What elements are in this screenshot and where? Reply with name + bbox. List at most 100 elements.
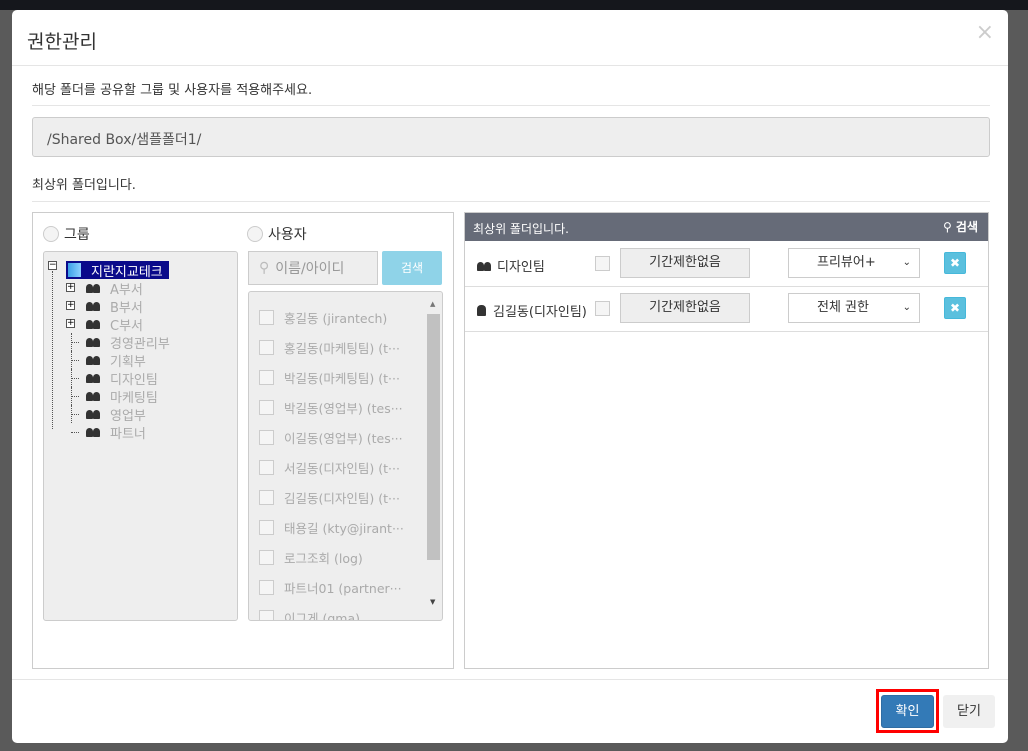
checkbox[interactable] bbox=[595, 256, 610, 271]
user-list-item[interactable]: 홍길동(마케팅팀) (t··· bbox=[259, 338, 400, 356]
applied-header-text: 최상위 폴더입니다. bbox=[473, 222, 569, 236]
checkbox[interactable] bbox=[259, 519, 274, 535]
user-list-item[interactable]: 태용길 (kty@jirant··· bbox=[259, 518, 404, 536]
dialog-title: 권한관리 bbox=[27, 31, 97, 53]
scroll-up-icon: ▲ bbox=[430, 300, 436, 308]
scroll-down-icon: ▼ bbox=[430, 598, 436, 606]
tree-item[interactable]: 경영관리부 bbox=[86, 333, 170, 352]
tree-item[interactable]: 디자인팀 bbox=[86, 369, 158, 388]
scrollbar[interactable]: ▲ ▼ bbox=[427, 300, 440, 610]
expand-icon[interactable]: + bbox=[66, 283, 75, 292]
user-label: 김길동(디자인팀) (t··· bbox=[284, 490, 400, 506]
period-button[interactable]: 기간제한없음 bbox=[620, 248, 750, 278]
divider bbox=[32, 105, 990, 106]
applied-name: 김길동(디자인팀) bbox=[493, 305, 587, 320]
group-icon bbox=[477, 261, 491, 271]
group-icon bbox=[86, 319, 102, 329]
group-icon bbox=[86, 283, 102, 293]
checkbox[interactable] bbox=[259, 609, 274, 620]
permission-dialog: 권한관리 × 해당 폴더를 공유할 그룹 및 사용자를 적용해주세요. /Sha… bbox=[12, 10, 1008, 743]
confirm-button[interactable]: 확인 bbox=[881, 695, 934, 728]
applied-row: 김길동(디자인팀) 기간제한없음 전체 권한 ⌄ ✖ bbox=[465, 287, 988, 332]
chevron-down-icon: ⌄ bbox=[902, 302, 911, 313]
group-tree: − 지란지교테크 + A부서 + B부서 + C부서경영관리부기획부디자인팀마케팅팀 영업부… bbox=[43, 251, 238, 621]
search-icon: ⚲ bbox=[942, 220, 956, 234]
tree-item[interactable]: 기획부 bbox=[86, 351, 146, 370]
user-label: 홍길동 (jirantech) bbox=[284, 310, 388, 326]
expand-icon[interactable]: + bbox=[66, 319, 75, 328]
user-list-item[interactable]: 로그조회 (log) bbox=[259, 548, 363, 566]
group-icon bbox=[86, 301, 102, 311]
footer-divider bbox=[12, 679, 1008, 680]
user-list-item[interactable]: 홍길동 (jirantech) bbox=[259, 308, 387, 326]
permission-select[interactable]: 전체 권한 ⌄ bbox=[788, 293, 920, 323]
search-button[interactable]: 검색 bbox=[382, 251, 442, 285]
tree-item[interactable]: 마케팅팀 bbox=[86, 387, 158, 406]
close-button[interactable]: 닫기 bbox=[943, 695, 995, 728]
radio-icon[interactable] bbox=[247, 226, 263, 242]
search-icon: ⚲ bbox=[259, 260, 270, 276]
checkbox[interactable] bbox=[259, 579, 274, 595]
user-radio[interactable]: 사용자 bbox=[247, 224, 307, 244]
tree-root-label: 지란지교테크 bbox=[91, 264, 163, 280]
tree-item-label: A부서 bbox=[110, 282, 143, 298]
group-radio[interactable]: 그룹 bbox=[43, 224, 90, 244]
user-label: 박길동(마케팅팀) (t··· bbox=[284, 370, 400, 386]
top-folder-note: 최상위 폴더입니다. bbox=[32, 178, 136, 193]
applied-panel: 최상위 폴더입니다. ⚲ 검색 디자인팀 기간제한없음 프리뷰어+ ⌄ ✖ 김길동… bbox=[464, 212, 989, 669]
tree-item[interactable]: 파트너 bbox=[86, 423, 146, 442]
user-list-item[interactable]: 김길동(디자인팀) (t··· bbox=[259, 488, 400, 506]
collapse-icon[interactable]: − bbox=[48, 261, 57, 270]
checkbox[interactable] bbox=[259, 429, 274, 445]
instruction-text: 해당 폴더를 공유할 그룹 및 사용자를 적용해주세요. bbox=[32, 83, 313, 98]
building-icon bbox=[68, 263, 81, 277]
user-list-item[interactable]: 이길동(영업부) (tes··· bbox=[259, 428, 403, 446]
divider bbox=[32, 201, 990, 202]
user-label: 박길동(영업부) (tes··· bbox=[284, 400, 403, 416]
scrollbar-thumb[interactable] bbox=[427, 314, 440, 560]
expand-icon[interactable]: + bbox=[66, 301, 75, 310]
checkbox[interactable] bbox=[259, 399, 274, 415]
tree-item-label: 디자인팀 bbox=[110, 372, 158, 388]
group-icon bbox=[86, 427, 102, 437]
tree-item-label: 기획부 bbox=[110, 354, 146, 370]
user-label: 이길동(영업부) (tes··· bbox=[284, 430, 403, 446]
remove-button[interactable]: ✖ bbox=[944, 252, 966, 274]
applied-search-link[interactable]: ⚲ 검색 bbox=[943, 218, 978, 235]
tree-item[interactable]: C부서 bbox=[86, 315, 143, 334]
folder-path: /Shared Box/샘플폴더1/ bbox=[32, 117, 990, 157]
checkbox[interactable] bbox=[259, 549, 274, 565]
user-list-item[interactable]: 이그게 (gma) bbox=[259, 608, 360, 620]
group-radio-label: 그룹 bbox=[64, 227, 90, 243]
tree-item[interactable]: 영업부 bbox=[86, 405, 146, 424]
user-label: 로그조회 (log) bbox=[284, 550, 363, 566]
tree-item-label: 마케팅팀 bbox=[110, 390, 158, 406]
permission-select[interactable]: 프리뷰어+ ⌄ bbox=[788, 248, 920, 278]
tree-item-label: C부서 bbox=[110, 318, 143, 334]
user-list-item[interactable]: 서길동(디자인팀) (t··· bbox=[259, 458, 400, 476]
tree-item-label: 경영관리부 bbox=[110, 336, 170, 352]
user-list-item[interactable]: 박길동(영업부) (tes··· bbox=[259, 398, 403, 416]
permission-value: 전체 권한 bbox=[817, 300, 869, 315]
selection-panel: 그룹 사용자 − 지란지교테크 + A부서 + B부서 + C부서경영관리부기획부디자인팀… bbox=[32, 212, 454, 669]
checkbox[interactable] bbox=[259, 459, 274, 475]
applied-search-label: 검색 bbox=[955, 220, 978, 234]
checkbox[interactable] bbox=[595, 301, 610, 316]
user-label: 서길동(디자인팀) (t··· bbox=[284, 460, 400, 476]
user-list-item[interactable]: 박길동(마케팅팀) (t··· bbox=[259, 368, 400, 386]
remove-button[interactable]: ✖ bbox=[944, 297, 966, 319]
tree-item[interactable]: B부서 bbox=[86, 297, 143, 316]
user-icon bbox=[477, 305, 486, 316]
checkbox[interactable] bbox=[259, 339, 274, 355]
group-icon bbox=[86, 355, 102, 365]
tree-root[interactable]: 지란지교테크 bbox=[66, 261, 169, 280]
period-button[interactable]: 기간제한없음 bbox=[620, 293, 750, 323]
radio-icon[interactable] bbox=[43, 226, 59, 242]
search-input[interactable]: ⚲ 이름/아이디 bbox=[248, 251, 378, 285]
user-list-item[interactable]: 파트너01 (partner··· bbox=[259, 578, 402, 596]
checkbox[interactable] bbox=[259, 369, 274, 385]
checkbox[interactable] bbox=[259, 309, 274, 325]
checkbox[interactable] bbox=[259, 489, 274, 505]
tree-item[interactable]: A부서 bbox=[86, 279, 143, 298]
close-icon[interactable]: × bbox=[976, 20, 994, 45]
